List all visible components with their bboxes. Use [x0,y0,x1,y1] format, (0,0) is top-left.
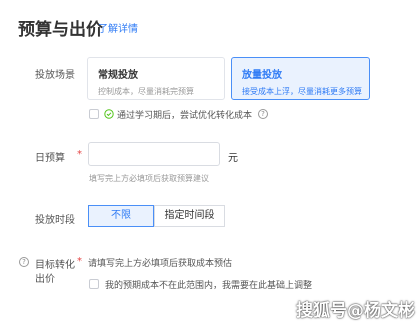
target-cost-label-line1: 目标转化 [35,260,75,271]
placement-option-regular-desc: 控制成本，尽量消耗完预算 [98,87,194,96]
placement-option-scale[interactable]: 放量投放 接受成本上浮，尽量消耗更多预算 [231,57,370,100]
budget-label: 日预算 [35,153,65,164]
help-icon[interactable]: ? [258,109,268,119]
learn-more-link[interactable]: 了解详情 [98,20,138,35]
placement-option-scale-desc: 接受成本上浮，尽量消耗更多预算 [242,87,362,96]
target-cost-required-mark: * [77,256,82,267]
watermark: 搜狐号@杨文彬 [296,301,415,321]
target-cost-hint: 请填写完上方必填项后获取成本预估 [88,259,233,269]
budget-hint: 填写完上方必填项后获取预算建议 [89,174,209,183]
check-circle-icon [104,109,114,119]
placement-option-regular-title: 常规投放 [98,70,138,81]
placement-label: 投放场景 [35,70,75,81]
schedule-unlimited-button[interactable]: 不限 [88,205,154,227]
placement-option-scale-title: 放量投放 [242,70,282,81]
learning-text: 通过学习期后，尝试优化转化成本 [117,111,253,121]
daily-budget-input[interactable] [88,142,220,166]
target-cost-help-icon[interactable]: ? [19,257,29,267]
budget-required-mark: * [77,149,82,160]
placement-option-regular[interactable]: 常规投放 控制成本，尽量消耗完预算 [87,57,225,100]
adjust-cost-text: 我的预期成本不在此范围内，我需要在此基础上调整 [105,281,313,291]
learning-checkbox[interactable] [89,109,99,119]
adjust-cost-checkbox[interactable] [89,279,99,289]
budget-unit: 元 [228,153,238,164]
schedule-custom-button[interactable]: 指定时间段 [154,205,225,227]
target-cost-label-line2: 出价 [35,274,55,285]
schedule-label: 投放时段 [35,215,75,226]
page-title: 预算与出价 [18,20,103,40]
